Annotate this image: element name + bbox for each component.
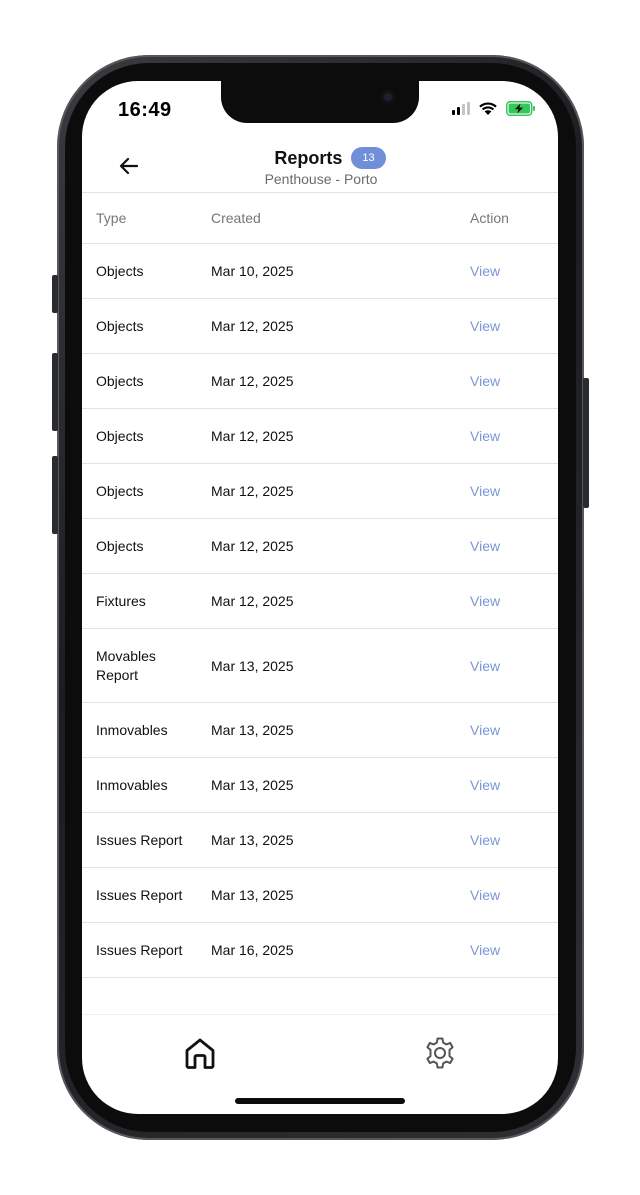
view-link[interactable]: View [470,428,558,444]
column-header-action: Action [470,210,509,226]
table-row: Objects Mar 12, 2025 View [82,299,558,354]
report-type: Inmovables [96,776,168,793]
report-type: Issues Report [96,941,183,958]
home-indicator [235,1098,405,1104]
view-link[interactable]: View [470,887,558,903]
silent-switch [52,275,58,313]
status-time: 16:49 [118,99,172,121]
report-type: Objects [96,482,144,499]
page-subtitle: Penthouse - Porto [264,171,378,187]
view-link[interactable]: View [470,658,558,674]
report-type: Objects [96,317,144,334]
report-created-date: Mar 13, 2025 [211,832,294,848]
table-row: Fixtures Mar 12, 2025 View [82,574,558,629]
report-type: Fixtures [96,592,146,609]
view-link[interactable]: View [470,593,558,609]
table-row: Inmovables Mar 13, 2025 View [82,703,558,758]
table-row: Inmovables Mar 13, 2025 View [82,758,558,813]
table-row: Objects Mar 10, 2025 View [82,244,558,299]
table-row: Movables Report Mar 13, 2025 View [82,629,558,703]
report-created-date: Mar 12, 2025 [211,373,294,389]
report-created-date: Mar 13, 2025 [211,657,294,674]
view-link[interactable]: View [470,942,558,958]
wifi-icon [479,102,497,115]
view-link[interactable]: View [470,832,558,848]
view-link[interactable]: View [470,318,558,334]
count-badge: 13 [351,147,386,169]
gear-icon[interactable] [422,1035,458,1071]
battery-charging-icon [506,101,535,116]
view-link[interactable]: View [470,777,558,793]
report-created-date: Mar 13, 2025 [211,777,294,793]
report-created-date: Mar 13, 2025 [211,722,294,738]
report-created-date: Mar 13, 2025 [211,887,294,903]
view-link[interactable]: View [470,263,558,279]
title-row: Reports 13 [82,147,558,169]
report-type: Objects [96,262,144,279]
report-type: Issues Report [96,886,183,903]
report-created-date: Mar 12, 2025 [211,318,294,334]
screen: 16:49 Reports 13 Penthouse - Porto Type [82,81,558,1114]
page-header: Reports 13 Penthouse - Porto [82,137,558,193]
volume-up-button [52,353,58,431]
view-link[interactable]: View [470,483,558,499]
table-row: Issues Report Mar 16, 2025 View [82,923,558,978]
report-created-date: Mar 12, 2025 [211,538,294,554]
column-header-created: Created [211,210,261,226]
table-row: Issues Report Mar 13, 2025 View [82,813,558,868]
home-icon[interactable] [182,1035,218,1071]
report-type: Inmovables [96,721,168,738]
camera-icon [381,90,395,104]
page-title: Reports [274,147,343,168]
table-row: Objects Mar 12, 2025 View [82,519,558,574]
report-created-date: Mar 12, 2025 [211,593,294,609]
table-row: Issues Report Mar 13, 2025 View [82,868,558,923]
view-link[interactable]: View [470,722,558,738]
report-created-date: Mar 12, 2025 [211,428,294,444]
notch [221,81,419,123]
report-type: Objects [96,427,144,444]
report-type: Movables Report [96,647,156,683]
report-created-date: Mar 10, 2025 [211,263,294,279]
reports-table: Type Created Action Objects Mar 10, 2025… [82,193,558,978]
column-header-type: Type [96,209,127,226]
power-button [583,378,589,508]
table-row: Objects Mar 12, 2025 View [82,464,558,519]
report-type: Objects [96,537,144,554]
table-header-row: Type Created Action [82,193,558,244]
status-icons [452,101,536,116]
table-row: Objects Mar 12, 2025 View [82,354,558,409]
view-link[interactable]: View [470,538,558,554]
report-created-date: Mar 16, 2025 [211,942,294,958]
report-type: Objects [96,372,144,389]
volume-down-button [52,456,58,534]
view-link[interactable]: View [470,373,558,389]
table-row: Objects Mar 12, 2025 View [82,409,558,464]
report-type: Issues Report [96,831,183,848]
report-created-date: Mar 12, 2025 [211,483,294,499]
cellular-signal-icon [452,102,470,115]
